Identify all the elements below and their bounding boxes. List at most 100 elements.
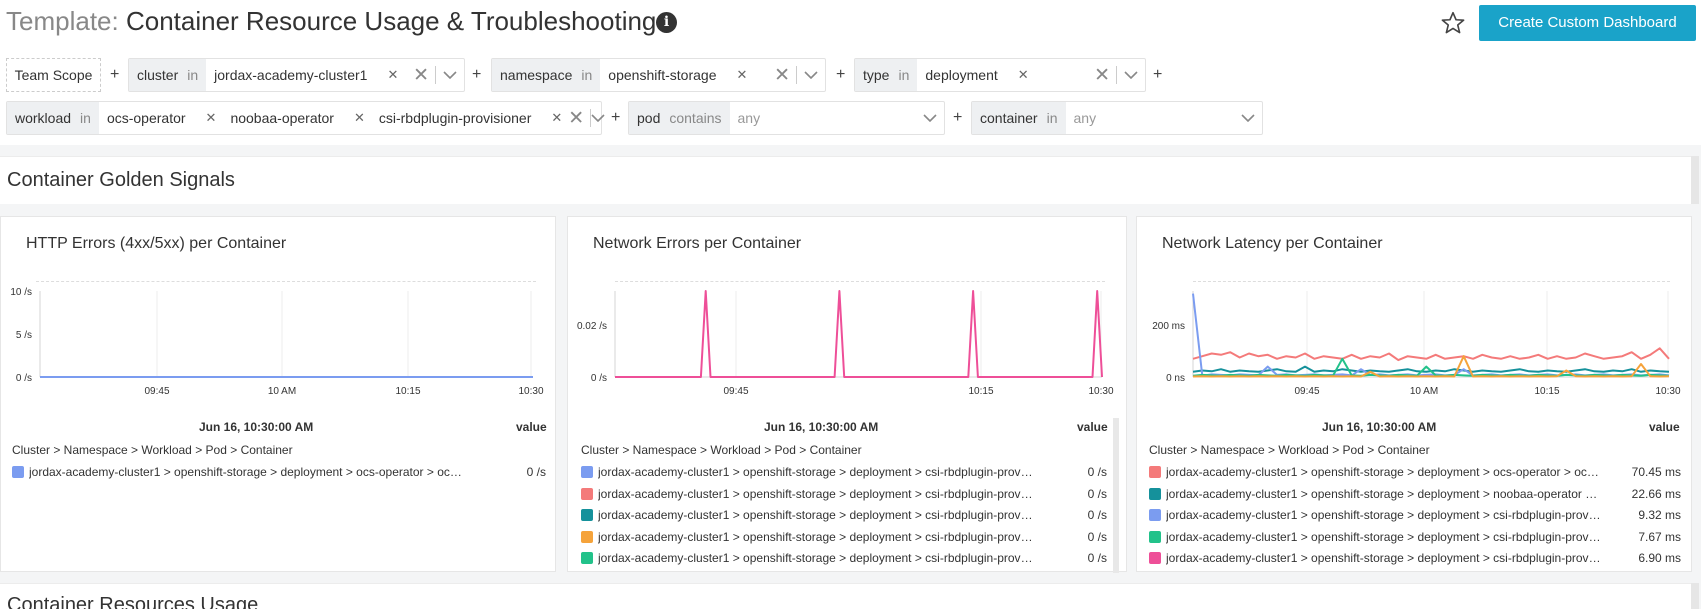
filter-values: openshift-storage ✕ ✕ bbox=[600, 59, 797, 91]
section-golden-signals: Container Golden Signals bbox=[0, 156, 1691, 204]
section-title: Container Resources Usage bbox=[7, 594, 259, 609]
title-text: Container Resource Usage & Troubleshooti… bbox=[125, 6, 657, 36]
remove-value-icon[interactable]: ✕ bbox=[387, 67, 398, 83]
remove-value-icon[interactable]: ✕ bbox=[206, 110, 217, 126]
filter-key-label: workload bbox=[15, 110, 72, 126]
filter-operator: contains bbox=[669, 110, 722, 126]
legend-value: 6.90 ms bbox=[1638, 551, 1681, 565]
filter-key-label: container bbox=[980, 110, 1038, 126]
filter-operator: in bbox=[80, 110, 91, 126]
legend-row[interactable]: jordax-academy-cluster1 > openshift-stor… bbox=[1149, 548, 1681, 568]
x-tick-label: 10 AM bbox=[268, 386, 296, 397]
panel-title: Network Latency per Container bbox=[1162, 235, 1383, 252]
filter-value: jordax-academy-cluster1 bbox=[214, 67, 368, 83]
clear-icon[interactable]: ✕ bbox=[413, 64, 429, 87]
legend-value: 0 /s bbox=[1087, 551, 1107, 565]
filter-key: workload in bbox=[7, 102, 99, 134]
scrollbar[interactable] bbox=[1691, 156, 1699, 204]
legend-row[interactable]: jordax-academy-cluster1 > openshift-stor… bbox=[581, 527, 1107, 547]
container-filter-input[interactable]: any bbox=[1074, 110, 1097, 126]
filter-workload[interactable]: workload in ocs-operator ✕ noobaa-operator… bbox=[6, 101, 605, 135]
filter-values: any bbox=[730, 102, 916, 134]
legend-row[interactable]: jordax-academy-cluster1 > openshift-stor… bbox=[1149, 505, 1681, 525]
add-filter-plus[interactable]: + bbox=[110, 66, 119, 84]
pod-filter-input[interactable]: any bbox=[738, 110, 761, 126]
info-icon[interactable]: i bbox=[656, 12, 677, 33]
y-tick-label: 5 /s bbox=[16, 330, 32, 341]
y-tick-label: 10 /s bbox=[10, 287, 32, 298]
panel-title: HTTP Errors (4xx/5xx) per Container bbox=[26, 235, 287, 252]
panel-http-errors: HTTP Errors (4xx/5xx) per Container 0 /s… bbox=[0, 216, 556, 572]
star-icon[interactable] bbox=[1440, 10, 1466, 36]
filter-key-label: pod bbox=[637, 110, 661, 126]
legend-label: jordax-academy-cluster1 > openshift-stor… bbox=[29, 465, 464, 479]
x-tick-label: 09:45 bbox=[723, 386, 748, 397]
remove-value-icon[interactable]: ✕ bbox=[354, 110, 365, 126]
scrollbar[interactable] bbox=[1691, 583, 1699, 609]
chevron-down-icon[interactable] bbox=[916, 102, 944, 134]
legend-value: 0 /s bbox=[1087, 529, 1107, 544]
chevron-down-icon[interactable] bbox=[591, 102, 605, 134]
series-swatch bbox=[1149, 509, 1161, 521]
section-title: Container Golden Signals bbox=[7, 169, 235, 191]
add-filter-plus[interactable]: + bbox=[611, 109, 620, 127]
remove-value-icon[interactable]: ✕ bbox=[551, 110, 562, 126]
chevron-down-icon[interactable] bbox=[1117, 59, 1145, 91]
add-filter-plus[interactable]: + bbox=[953, 109, 962, 127]
legend-row[interactable]: jordax-academy-cluster1 > openshift-stor… bbox=[581, 484, 1107, 504]
clear-icon[interactable]: ✕ bbox=[1094, 64, 1110, 87]
legend-value: 0 /s bbox=[1087, 486, 1107, 501]
series-swatch bbox=[1149, 466, 1161, 478]
legend-row[interactable]: jordax-academy-cluster1 > openshift-stor… bbox=[581, 505, 1107, 525]
team-scope-button[interactable]: Team Scope bbox=[6, 58, 101, 92]
series-swatch bbox=[581, 530, 593, 543]
add-filter-plus[interactable]: + bbox=[1153, 66, 1162, 84]
filter-namespace[interactable]: namespace in openshift-storage ✕ ✕ bbox=[491, 58, 826, 92]
filter-container[interactable]: container in any bbox=[971, 101, 1263, 135]
chevron-down-icon[interactable] bbox=[436, 59, 464, 91]
chevron-down-icon[interactable] bbox=[1234, 102, 1262, 134]
clear-icon[interactable]: ✕ bbox=[568, 107, 584, 130]
scrollbar[interactable] bbox=[1113, 418, 1119, 573]
filter-key: container in bbox=[972, 102, 1066, 134]
filter-values: deployment ✕ ✕ bbox=[917, 59, 1117, 91]
legend-row[interactable]: jordax-academy-cluster1 > openshift-stor… bbox=[581, 462, 1107, 482]
x-tick-label: 10:30 bbox=[1655, 386, 1680, 397]
filter-pod[interactable]: pod contains any bbox=[628, 101, 945, 135]
remove-value-icon[interactable]: ✕ bbox=[1018, 67, 1029, 83]
legend-row[interactable]: jordax-academy-cluster1 > openshift-stor… bbox=[12, 462, 546, 482]
panel-title: Network Errors per Container bbox=[593, 235, 802, 252]
clear-icon[interactable]: ✕ bbox=[774, 64, 790, 87]
add-filter-plus[interactable]: + bbox=[472, 66, 481, 84]
chevron-down-icon[interactable] bbox=[797, 59, 825, 91]
filter-type[interactable]: type in deployment ✕ ✕ bbox=[854, 58, 1146, 92]
legend-value: 0 /s bbox=[1087, 465, 1107, 479]
y-tick-label: 0 /s bbox=[591, 373, 607, 384]
page-header: Template: Container Resource Usage & Tro… bbox=[0, 0, 1701, 46]
section-resources-usage: Container Resources Usage bbox=[0, 583, 1691, 609]
add-filter-plus[interactable]: + bbox=[836, 66, 845, 84]
filter-operator: in bbox=[1046, 110, 1058, 126]
x-tick-label: 10 AM bbox=[1410, 386, 1438, 397]
remove-value-icon[interactable]: ✕ bbox=[736, 67, 747, 83]
legend-value: 70.45 ms bbox=[1631, 465, 1681, 479]
chart-network-errors: 0 /s 0.02 /s 09:45 10:15 10:30 bbox=[577, 290, 1114, 397]
title-prefix: Template: bbox=[6, 6, 119, 36]
series-line bbox=[1192, 357, 1670, 377]
x-tick-label: 10:15 bbox=[395, 386, 420, 397]
series-line bbox=[615, 290, 1103, 378]
legend-row[interactable]: jordax-academy-cluster1 > openshift-stor… bbox=[1149, 462, 1681, 482]
filter-operator: in bbox=[581, 67, 593, 83]
panel-network-latency: Network Latency per Container 0 ns 200 ms… bbox=[1136, 216, 1692, 572]
page-title: Template: Container Resource Usage & Tro… bbox=[6, 6, 656, 37]
series-swatch bbox=[581, 487, 593, 500]
legend-label: jordax-academy-cluster1 > openshift-stor… bbox=[598, 508, 1034, 522]
filter-cluster[interactable]: cluster in jordax-academy-cluster1 ✕ ✕ bbox=[128, 58, 465, 92]
legend-row[interactable]: jordax-academy-cluster1 > openshift-stor… bbox=[1149, 484, 1681, 504]
legend-path-header: Cluster > Namespace > Workload > Pod > C… bbox=[12, 443, 293, 457]
series-swatch bbox=[12, 466, 24, 478]
x-tick-label: 10:30 bbox=[518, 386, 543, 397]
legend-row[interactable]: jordax-academy-cluster1 > openshift-stor… bbox=[581, 548, 1107, 568]
legend-row[interactable]: jordax-academy-cluster1 > openshift-stor… bbox=[1149, 527, 1681, 547]
create-custom-dashboard-button[interactable]: Create Custom Dashboard bbox=[1479, 5, 1696, 41]
